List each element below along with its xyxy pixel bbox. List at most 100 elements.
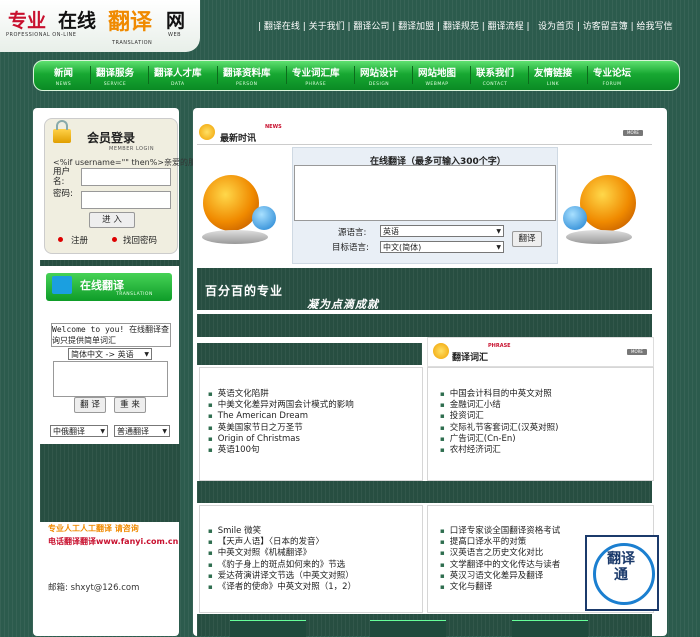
list-item[interactable]: 汉英语言之历史文化对比 xyxy=(440,548,560,559)
side-translate-source-text[interactable]: Welcome to you! 在线翻译查询只提供简单词汇 xyxy=(51,323,171,347)
nav-design[interactable]: 网站设计 DESIGN xyxy=(360,65,398,87)
list-item[interactable]: 提高口译水平的对策 xyxy=(440,537,560,548)
footer-tab xyxy=(230,620,306,637)
list-item[interactable]: 广告词汇(Cn-En) xyxy=(440,434,558,445)
list-item[interactable]: 农村经济词汇 xyxy=(440,445,558,456)
nav-contact-sub: CONTACT xyxy=(482,82,508,87)
logo-zh-1: 专业 xyxy=(8,10,47,32)
nav-news-label: 新闻 xyxy=(54,68,74,79)
news-badge: NEWS xyxy=(265,124,282,130)
login-title: 会员登录 xyxy=(87,131,136,145)
nav-news-sub: NEWS xyxy=(55,82,72,87)
side-translate-output-text[interactable] xyxy=(53,361,168,397)
article-list-1: 英语文化陷阱 中美文化差异对两国会计模式的影响 The American Dre… xyxy=(208,389,354,456)
list-item[interactable]: The American Dream xyxy=(208,411,354,422)
top-utility-links[interactable]: 设为首页 | 访客留言簿 | 给我写信 xyxy=(538,19,673,32)
contact-email[interactable]: 邮箱: shxyt@126.com xyxy=(48,581,139,593)
nav-divider xyxy=(354,66,355,84)
list-item[interactable]: 英美国家节日之万圣节 xyxy=(208,423,354,434)
phrase-title: 翻译词汇 xyxy=(452,353,489,363)
globe-small-icon xyxy=(252,206,276,230)
list-item[interactable]: 《译者的使命》中英文对照（1，2） xyxy=(208,582,356,593)
nav-phrase-label: 专业词汇库 xyxy=(292,68,340,79)
slogan-line-1: 百分百的专业 xyxy=(205,284,284,298)
nav-divider xyxy=(528,66,529,84)
list-item[interactable]: 口译专家谈全国翻译资格考试 xyxy=(440,526,561,537)
globe-icon xyxy=(580,175,636,231)
bullet-icon xyxy=(112,237,117,242)
source-language-select[interactable]: 英语 xyxy=(380,225,504,238)
nav-sitemap-sub: WEBMAP xyxy=(425,82,449,87)
divider xyxy=(40,260,180,266)
footer-tab xyxy=(370,620,446,637)
nav-service[interactable]: 翻译服务 SERVICE xyxy=(96,65,134,87)
list-item[interactable]: Smile 微笑 xyxy=(208,526,356,537)
nav-forum-sub: FORUM xyxy=(602,82,622,87)
list-item[interactable]: 【天声人语】〈日本的发音〉 xyxy=(208,537,356,548)
list-item[interactable]: 英语文化陷阱 xyxy=(208,389,354,400)
logo-en-1: PROFESSIONAL ON-LINE xyxy=(6,32,77,38)
globe-icon xyxy=(203,175,259,231)
list-item[interactable]: 英语100句 xyxy=(208,445,354,456)
list-item[interactable]: 中国会计科目的中英文对照 xyxy=(440,389,558,400)
slogan-line-2: 凝为点滴成就 xyxy=(307,298,379,311)
list-item[interactable]: 英汉习语文化差异及翻译 xyxy=(440,571,560,582)
list-item[interactable]: 文化与翻译 xyxy=(440,582,560,593)
username-input[interactable] xyxy=(81,168,171,186)
list-item[interactable]: 投资词汇 xyxy=(440,411,558,422)
nav-library[interactable]: 翻译资料库 PERSON xyxy=(223,65,271,87)
bullet-icon xyxy=(58,237,63,242)
nav-links-sub: LINK xyxy=(546,82,560,87)
login-submit-button[interactable]: 进 入 xyxy=(89,212,135,228)
nav-forum[interactable]: 专业论坛 FORUM xyxy=(593,65,631,87)
password-input[interactable] xyxy=(81,191,171,209)
list-item[interactable]: 中英文对照《机械翻译》 xyxy=(208,548,356,559)
online-translate-input[interactable] xyxy=(294,165,556,221)
seal-text: 翻译通 xyxy=(607,551,635,583)
list-item[interactable]: 交际礼节客套词汇(汉英对照) xyxy=(440,423,559,434)
target-language-select[interactable]: 中文(简体) xyxy=(380,241,504,254)
side-translate-button[interactable]: 翻 译 xyxy=(74,397,106,413)
source-language-label: 源语言: xyxy=(338,228,367,238)
nav-divider xyxy=(587,66,588,84)
register-link[interactable]: 注册 xyxy=(71,234,88,246)
nav-talent[interactable]: 翻译人才库 DATA xyxy=(154,65,202,87)
contact-line-1: 专业人工人工翻译 请咨询 xyxy=(48,524,139,533)
divider xyxy=(197,144,652,145)
news-icon xyxy=(199,124,215,140)
nav-sitemap[interactable]: 网站地图 WEBMAP xyxy=(418,65,456,87)
logo-en-3: WEB xyxy=(168,32,182,38)
list-item[interactable]: 《豹子身上的斑点如何来的》节选 xyxy=(208,560,356,571)
list-item[interactable]: 金融词汇小结 xyxy=(440,400,558,411)
news-more-button[interactable]: MORE xyxy=(623,130,643,136)
side-mode-select[interactable]: 普通翻译 xyxy=(114,425,170,438)
nav-contact-label: 联系我们 xyxy=(476,68,515,79)
nav-news[interactable]: 新闻 NEWS xyxy=(54,65,73,87)
phrase-more-button[interactable]: MORE xyxy=(627,349,647,355)
phrase-badge: PHRASE xyxy=(488,343,511,349)
side-translate-header: 在线翻译 TRANSLATION xyxy=(46,273,172,301)
contact-line-2: 电话翻译翻译www.fanyi.com.cn xyxy=(48,537,179,546)
top-nav-links[interactable]: | 翻译在线 | 关于我们 | 翻译公司 | 翻译加盟 | 翻译规范 | 翻译流… xyxy=(258,19,530,32)
side-translate-direction-select[interactable]: 简体中文 -> 英语 xyxy=(68,348,152,361)
online-translate-button[interactable]: 翻译 xyxy=(512,231,542,247)
side-translate-subtitle: TRANSLATION xyxy=(116,292,153,297)
side-engine-select[interactable]: 中俄翻译 xyxy=(50,425,108,438)
nav-divider xyxy=(286,66,287,84)
list-item[interactable]: 文学翻译中的文化传达与读者 xyxy=(440,560,561,571)
globe-base xyxy=(566,230,632,244)
nav-phrase-sub: PHRASE xyxy=(305,82,327,87)
find-password-link[interactable]: 找回密码 xyxy=(123,234,157,246)
list-item[interactable]: 爱达荷演讲译文节选（中英文对照） xyxy=(208,571,356,582)
side-reset-button[interactable]: 重 来 xyxy=(114,397,146,413)
list-item[interactable]: Origin of Christmas xyxy=(208,434,354,445)
nav-talent-label: 翻译人才库 xyxy=(154,68,202,79)
site-logo[interactable]: 专业 在线 翻译 网 PROFESSIONAL ON-LINE TRANSLAT… xyxy=(0,0,200,52)
nav-links[interactable]: 友情链接 LINK xyxy=(534,65,572,87)
list-item[interactable]: 中美文化差异对两国会计模式的影响 xyxy=(208,400,354,411)
login-subtitle: MEMBER LOGIN xyxy=(109,146,155,152)
nav-divider xyxy=(148,66,149,84)
nav-contact[interactable]: 联系我们 CONTACT xyxy=(476,65,514,87)
nav-phrase[interactable]: 专业词汇库 PHRASE xyxy=(292,65,340,87)
template-overlay-text: <%if username="" then%>亲爱的朋友 xyxy=(53,158,204,167)
